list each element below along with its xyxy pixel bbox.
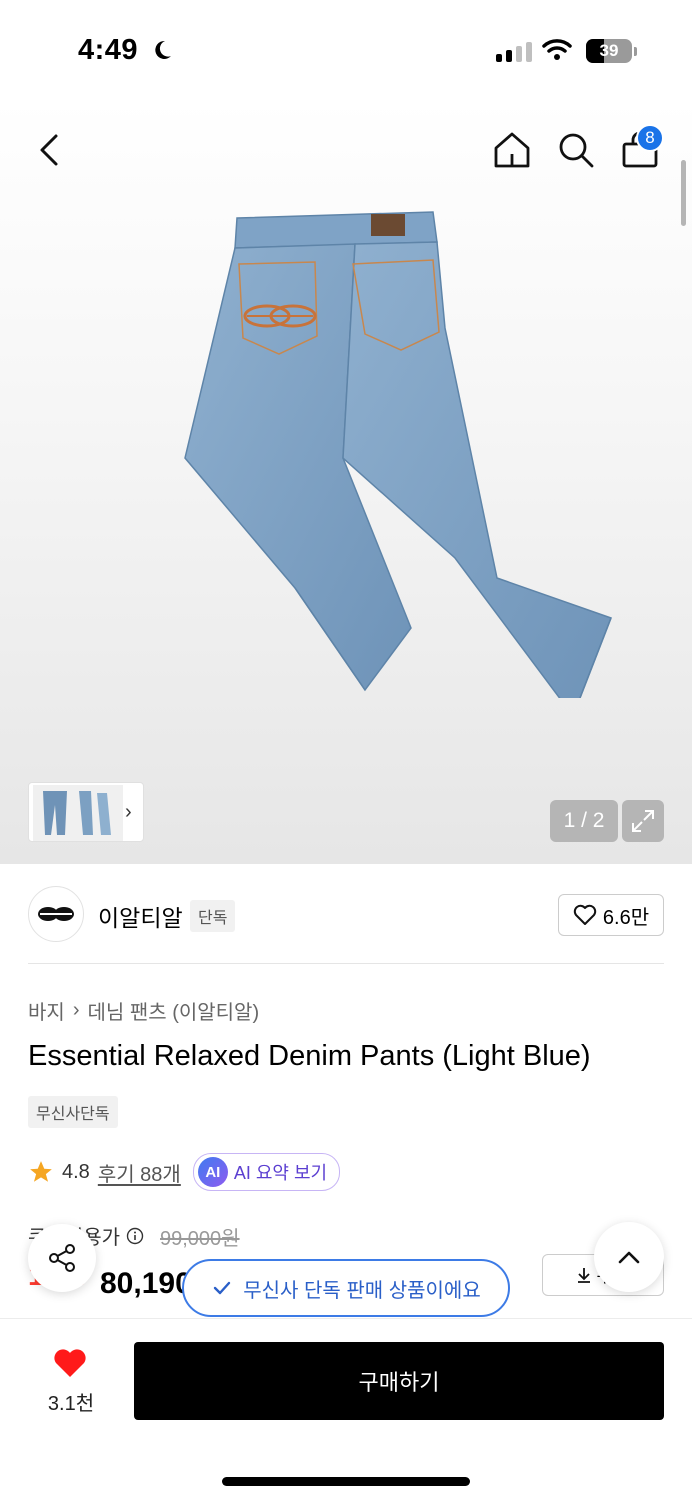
product-image: [184, 211, 612, 698]
signal-icon: [496, 40, 532, 62]
brand-name[interactable]: 이알티알: [98, 899, 183, 933]
back-icon[interactable]: [30, 130, 70, 170]
battery-level: 39: [599, 41, 619, 60]
ai-summary-label: AI 요약 보기: [233, 1163, 328, 1183]
star-icon: [30, 1161, 52, 1182]
battery-icon: 39: [586, 39, 632, 63]
wish-count: 3.1천: [47, 1393, 95, 1415]
info-icon[interactable]: [126, 1227, 144, 1245]
scrollbar[interactable]: [681, 160, 686, 226]
home-icon[interactable]: [490, 128, 534, 172]
breadcrumb: 바지 › 데님 팬츠 (이알티알): [28, 996, 259, 1025]
buy-button[interactable]: 구매하기: [134, 1342, 664, 1420]
breadcrumb-separator: ›: [72, 999, 80, 1021]
ai-badge: AI: [197, 1157, 228, 1187]
product-gallery[interactable]: 8 › 1 / 2: [0, 100, 692, 864]
divider: [28, 963, 664, 964]
product-title: Essential Relaxed Denim Pants (Light Blu…: [28, 1040, 591, 1072]
expand-button[interactable]: [622, 800, 664, 842]
chevron-right-icon: ›: [125, 801, 132, 823]
breadcrumb-item[interactable]: 데님 팬츠 (이알티알): [87, 996, 259, 1025]
share-icon: [49, 1244, 75, 1272]
review-count-link[interactable]: 후기 88개: [98, 1158, 181, 1187]
exclusive-toast: 무신사 단독 판매 상품이에요: [182, 1259, 510, 1317]
moon-icon: [155, 40, 171, 59]
check-icon: [214, 1281, 231, 1295]
share-button[interactable]: [28, 1224, 96, 1292]
cart-count-badge: 8: [636, 124, 664, 152]
bottom-action-bar: 3.1천 구매하기: [0, 1318, 692, 1500]
home-indicator: [222, 1477, 470, 1486]
ai-summary-button[interactable]: AI AI 요약 보기: [192, 1153, 341, 1191]
wifi-icon: [542, 39, 572, 60]
scroll-top-button[interactable]: [594, 1222, 664, 1292]
heart-filled-icon[interactable]: [52, 1347, 88, 1379]
toast-text: 무신사 단독 판매 상품이에요: [243, 1279, 481, 1302]
brand-exclusive-tag: 단독: [190, 900, 236, 932]
thumbnail-image: [33, 785, 123, 841]
status-bar: 4:49 39: [0, 0, 692, 100]
expand-icon: [632, 810, 654, 832]
brand-logo-icon: [38, 907, 74, 921]
download-icon: [578, 1268, 591, 1283]
rating-row: 4.8 후기 88개 AI AI 요약 보기: [28, 1153, 341, 1191]
chevron-up-icon: [618, 1251, 640, 1264]
thumbnail-strip[interactable]: ›: [28, 782, 144, 842]
page-indicator: 1 / 2: [550, 800, 618, 842]
exclusive-tag: 무신사단독: [28, 1096, 118, 1128]
brand-like-count: 6.6만: [602, 906, 650, 929]
status-time: 4:49: [78, 34, 139, 66]
brand-logo[interactable]: [28, 886, 84, 942]
rating-value: 4.8: [62, 1160, 90, 1183]
heart-outline-icon: [573, 904, 597, 925]
original-price: 99,000원: [160, 1228, 240, 1250]
brand-like-button[interactable]: 6.6만: [558, 894, 664, 936]
breadcrumb-item[interactable]: 바지: [28, 996, 65, 1025]
search-icon[interactable]: [554, 128, 598, 172]
